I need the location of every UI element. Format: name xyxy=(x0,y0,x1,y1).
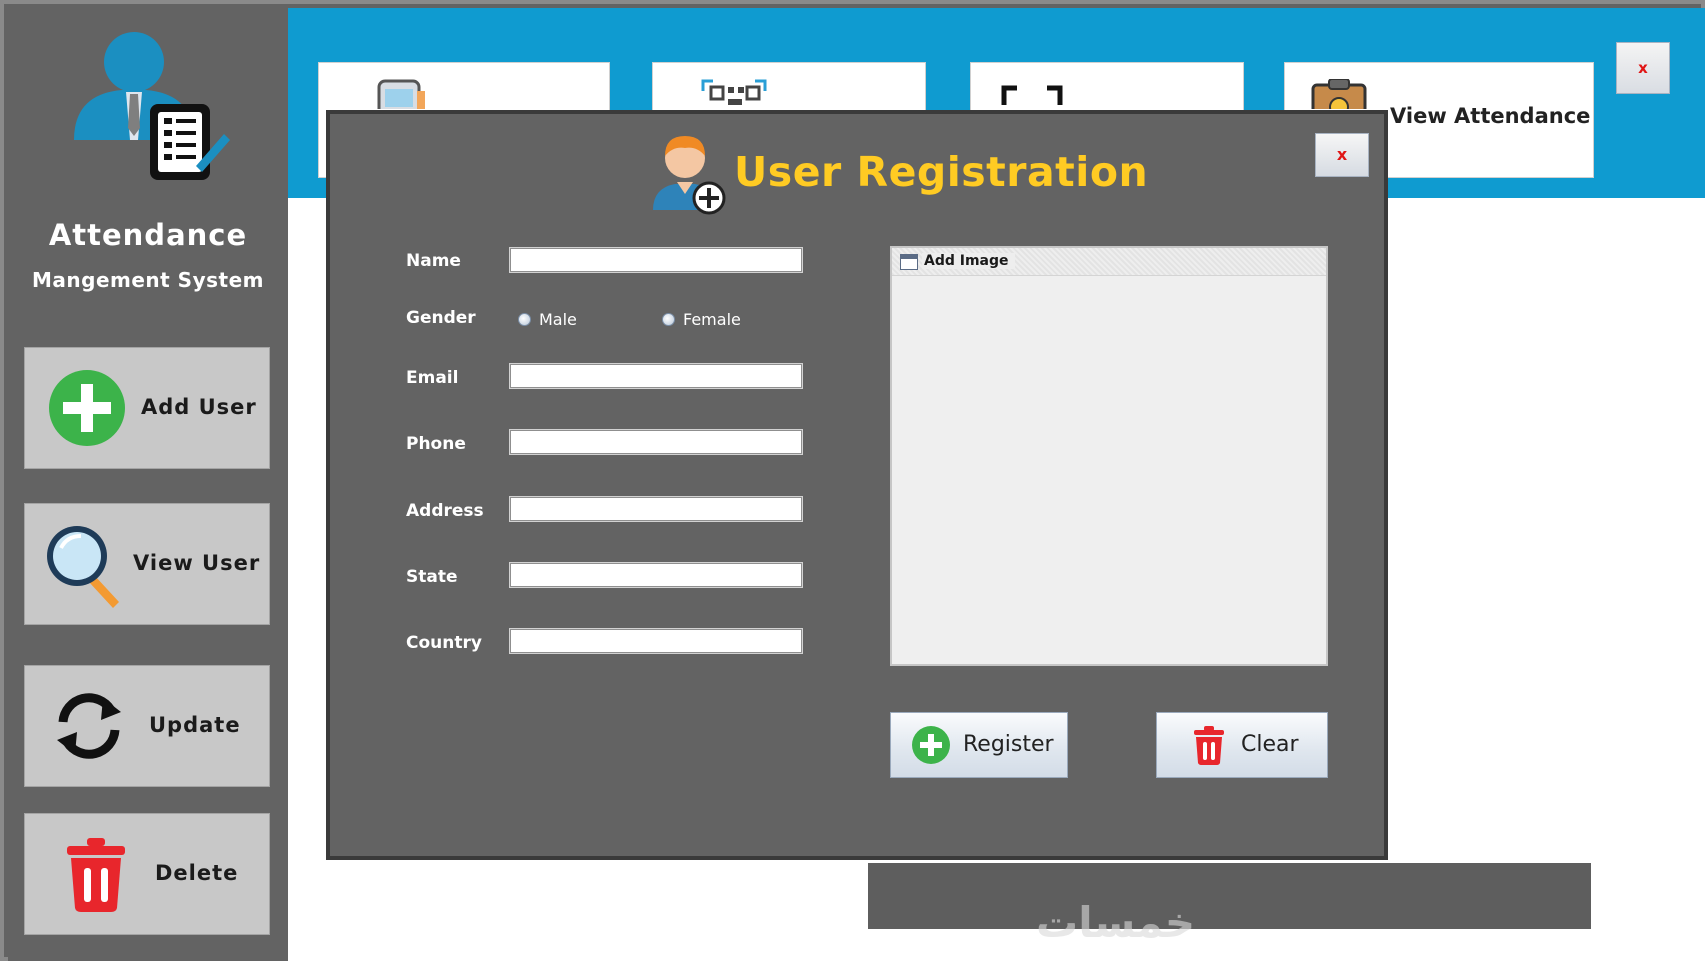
update-label: Update xyxy=(149,713,241,737)
gender-female-label: Female xyxy=(683,310,741,329)
clear-button[interactable]: Clear xyxy=(1156,712,1328,778)
phone-scan-icon xyxy=(377,79,425,109)
country-label: Country xyxy=(406,633,482,653)
main-close-button[interactable]: x xyxy=(1616,42,1670,94)
gender-male-label: Male xyxy=(539,310,577,329)
register-button[interactable]: Register xyxy=(890,712,1068,778)
phone-input[interactable] xyxy=(509,429,803,455)
brand-title: Attendance xyxy=(48,218,248,252)
email-input[interactable] xyxy=(509,363,803,389)
background-panel xyxy=(868,863,1591,929)
delete-button[interactable]: Delete xyxy=(24,813,270,935)
dialog-close-button[interactable]: x xyxy=(1315,133,1369,177)
view-user-label: View User xyxy=(133,551,261,575)
plus-circle-icon xyxy=(912,726,950,764)
view-user-button[interactable]: View User xyxy=(24,503,270,625)
scan-frame-icon xyxy=(1001,85,1063,105)
clipboard-check-icon xyxy=(1311,79,1367,109)
name-label: Name xyxy=(406,251,461,271)
trash-icon xyxy=(67,838,125,912)
add-image-title: Add Image xyxy=(922,253,1015,269)
clear-label: Clear xyxy=(1241,732,1299,757)
radio-dot xyxy=(662,313,675,326)
qr-code-icon xyxy=(701,79,767,105)
watermark-text: خمسات xyxy=(1036,898,1196,947)
add-image-panel[interactable]: Add Image xyxy=(890,246,1328,666)
gender-female-radio[interactable]: Female xyxy=(662,310,741,329)
add-image-titlebar: Add Image xyxy=(892,248,1326,276)
country-input[interactable] xyxy=(509,628,803,654)
delete-label: Delete xyxy=(155,861,239,885)
address-input[interactable] xyxy=(509,496,803,522)
user-list-icon xyxy=(74,32,230,180)
address-label: Address xyxy=(406,501,484,521)
gender-label: Gender xyxy=(406,308,476,328)
radio-dot xyxy=(518,313,531,326)
user-registration-dialog: x User Registration Name Gender Male Fem… xyxy=(326,110,1388,860)
name-input[interactable] xyxy=(509,247,803,273)
view-attendance-label: View Attendance xyxy=(1390,104,1591,128)
email-label: Email xyxy=(406,368,459,388)
plus-circle-icon xyxy=(49,370,125,446)
state-label: State xyxy=(406,567,458,587)
phone-label: Phone xyxy=(406,434,466,454)
update-button[interactable]: Update xyxy=(24,665,270,787)
sidebar: Attendance Mangement System Add User Vie… xyxy=(8,8,288,961)
magnifier-icon xyxy=(47,526,119,608)
app-window: Attendance Mangement System Add User Vie… xyxy=(0,0,1705,961)
add-user-avatar-icon xyxy=(653,136,726,215)
brand-subtitle: Mangement System xyxy=(32,268,264,292)
state-input[interactable] xyxy=(509,562,803,588)
gender-male-radio[interactable]: Male xyxy=(518,310,577,329)
add-user-button[interactable]: Add User xyxy=(24,347,270,469)
add-user-label: Add User xyxy=(141,395,257,419)
trash-icon xyxy=(1194,726,1224,765)
refresh-icon xyxy=(57,693,121,759)
window-icon xyxy=(900,254,918,270)
register-label: Register xyxy=(963,732,1054,757)
dialog-title: User Registration xyxy=(734,148,1149,196)
